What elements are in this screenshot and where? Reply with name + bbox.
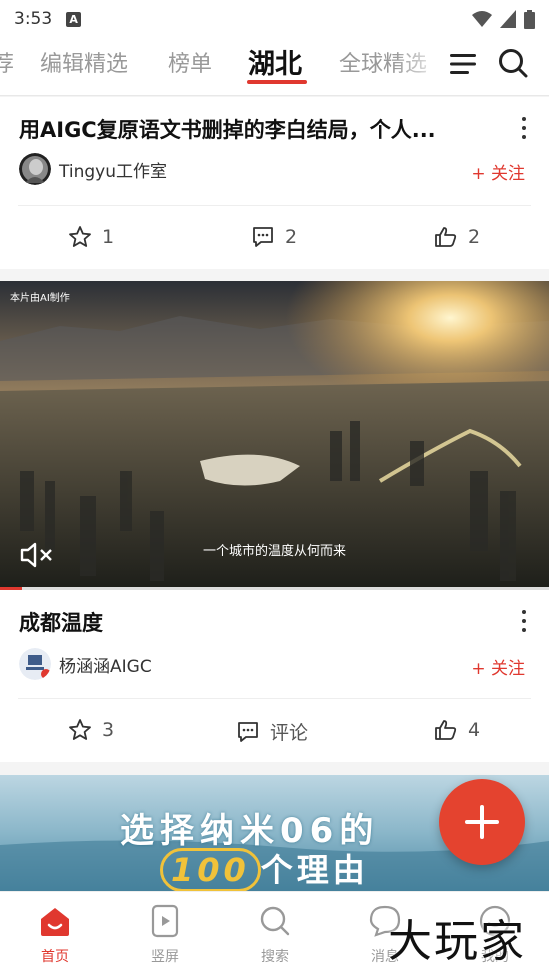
nav-label: 竖屏 — [151, 949, 179, 965]
watermark: 大玩家 — [388, 916, 526, 967]
thumbs-up-icon — [435, 720, 457, 740]
favorite-count: 3 — [102, 719, 115, 741]
comment-icon — [238, 721, 258, 742]
star-icon — [69, 719, 91, 740]
favorite-button[interactable]: 3 — [68, 718, 114, 742]
author-name[interactable]: Tingyu工作室 — [59, 157, 167, 182]
author-name[interactable]: 杨涵涵AIGC — [59, 652, 152, 677]
star-icon — [69, 226, 91, 247]
nav-vertical-video[interactable]: 竖屏 — [110, 904, 220, 966]
card-actions: 3 评论 4 — [0, 710, 549, 750]
like-count: 2 — [468, 226, 481, 248]
favorite-count: 1 — [102, 226, 115, 248]
video-subtitle: 一个城市的温度从何而来 — [202, 544, 346, 559]
follow-button[interactable]: + 关注 — [471, 654, 525, 679]
tab-editors-pick[interactable]: 编辑精选 — [40, 46, 128, 78]
notification-icon: A — [66, 11, 82, 27]
card-title[interactable]: 成都温度 — [19, 607, 103, 637]
comment-label: 评论 — [270, 722, 309, 744]
ai-made-badge: 本片由AI制作 — [10, 293, 70, 304]
thumbs-up-icon — [435, 227, 457, 247]
channel-tabbar: 荐 编辑精选 榜单 湖北 全球精选 — [0, 38, 549, 96]
banner-subline-text: 个理由 — [260, 851, 369, 889]
more-options-icon[interactable] — [521, 610, 527, 632]
comment-count: 2 — [285, 226, 298, 248]
author-info[interactable]: Tingyu工作室 — [19, 153, 167, 185]
nav-label: 首页 — [41, 949, 69, 965]
active-tab-indicator — [247, 80, 307, 84]
battery-icon — [524, 9, 535, 29]
vertical-video-icon — [151, 904, 179, 938]
wifi-icon — [472, 11, 492, 27]
feed-card[interactable]: 成都温度 杨涵涵AIGC + 关注 3 评论 4 — [0, 590, 549, 762]
tab-fade — [395, 38, 445, 95]
card-actions: 1 2 2 — [0, 217, 549, 257]
comment-icon — [253, 227, 273, 247]
search-icon[interactable] — [498, 48, 528, 78]
like-count: 4 — [468, 719, 481, 741]
more-options-icon[interactable] — [521, 117, 527, 139]
menu-icon[interactable] — [449, 50, 477, 78]
avatar[interactable] — [19, 153, 51, 185]
like-button[interactable]: 2 — [434, 225, 480, 249]
divider — [18, 205, 531, 206]
status-time: 3:53 — [14, 9, 53, 29]
status-bar: 3:53 A — [0, 0, 549, 38]
avatar[interactable] — [19, 648, 51, 680]
tab-recommend[interactable]: 荐 — [0, 46, 14, 78]
status-indicators — [472, 9, 535, 29]
create-post-button[interactable] — [439, 779, 525, 865]
mute-icon[interactable] — [20, 541, 54, 569]
like-button[interactable]: 4 — [434, 718, 480, 742]
divider — [18, 698, 531, 699]
card-title[interactable]: 用AIGC复原语文书删掉的李白结局，个人... — [19, 114, 436, 144]
feed-card[interactable]: 用AIGC复原语文书删掉的李白结局，个人... Tingyu工作室 + 关注 1… — [0, 97, 549, 269]
favorite-button[interactable]: 1 — [68, 225, 114, 249]
nav-label: 搜索 — [261, 949, 289, 965]
tab-hubei[interactable]: 湖北 — [248, 42, 302, 81]
nav-home[interactable]: 首页 — [0, 904, 110, 966]
tab-rankings[interactable]: 榜单 — [168, 46, 212, 78]
author-info[interactable]: 杨涵涵AIGC — [19, 648, 152, 680]
signal-icon — [500, 10, 516, 28]
banner-subline: 100 个理由 — [160, 845, 369, 891]
banner-number: 100 — [160, 848, 261, 891]
follow-button[interactable]: + 关注 — [471, 159, 525, 184]
nav-search[interactable]: 搜索 — [220, 904, 330, 966]
home-icon — [41, 908, 69, 936]
comment-button[interactable]: 评论 — [236, 718, 308, 745]
search-icon — [260, 906, 290, 936]
comment-button[interactable]: 2 — [251, 225, 297, 249]
